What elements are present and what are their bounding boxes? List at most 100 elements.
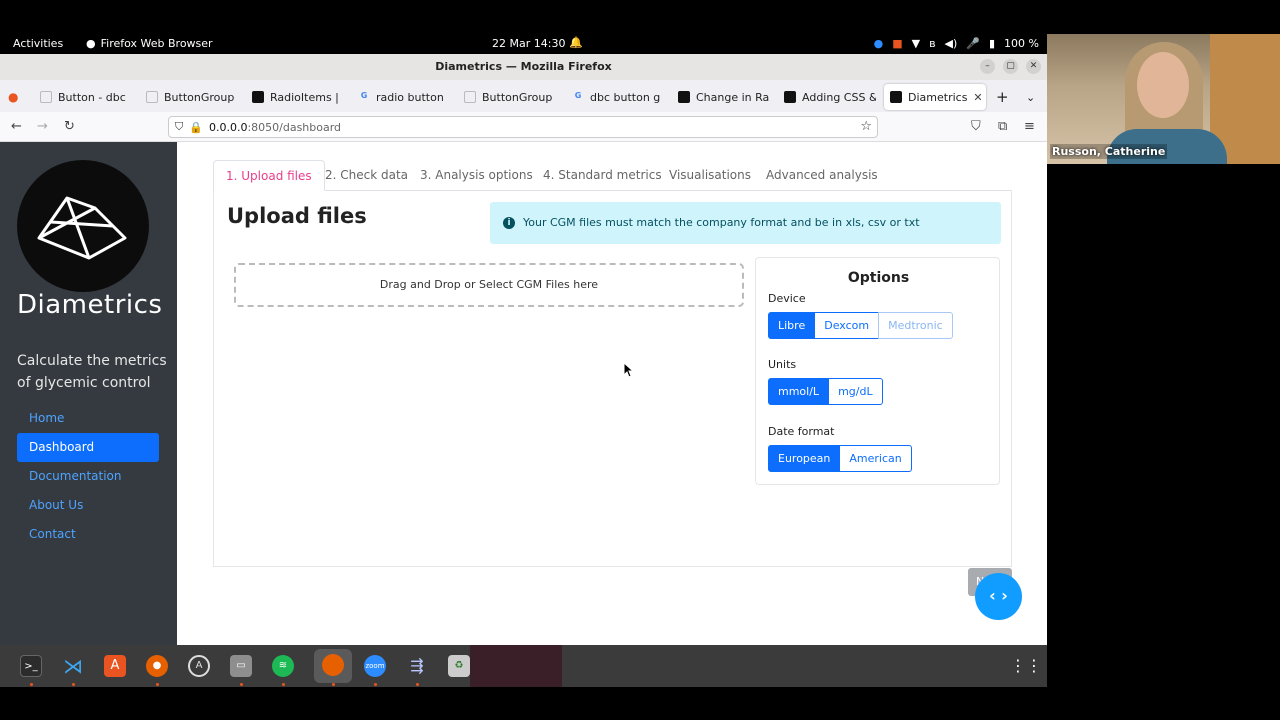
tab-check-data[interactable]: 2. Check data xyxy=(313,160,420,191)
zoom-tray-icon[interactable]: ● xyxy=(874,37,884,50)
activities-button[interactable]: Activities xyxy=(13,37,63,50)
pocket-icon[interactable]: ⛉ xyxy=(971,119,981,134)
tab-visualisations[interactable]: Visualisations xyxy=(657,160,763,191)
dash-icon xyxy=(252,91,264,103)
upload-card: Upload files i Your CGM files must match… xyxy=(213,190,1012,567)
spotify-icon[interactable]: ≋ xyxy=(272,655,294,677)
sidebar: Diametrics Calculate the metrics of glyc… xyxy=(0,142,177,645)
back-icon[interactable]: ← xyxy=(11,119,22,134)
web-page: Diametrics Calculate the metrics of glyc… xyxy=(0,142,1047,645)
trash-icon[interactable]: ♻ xyxy=(448,655,470,677)
units-button-group: mmol/L mg/dL xyxy=(768,378,883,405)
tab-standard-metrics[interactable]: 4. Standard metrics xyxy=(531,160,674,191)
date-format-label: Date format xyxy=(768,425,835,438)
page-icon xyxy=(464,91,476,103)
firefox-window-icon[interactable] xyxy=(314,649,352,683)
nav-link-contact[interactable]: Contact xyxy=(17,520,159,549)
software-center-icon[interactable]: A xyxy=(104,655,126,677)
nav-link-dashboard[interactable]: Dashboard xyxy=(17,433,159,462)
alert-text: Your CGM files must match the company fo… xyxy=(523,216,920,229)
firefox-icon: ● xyxy=(86,37,96,50)
units-label: Units xyxy=(768,358,797,371)
terminal-icon[interactable]: >_ xyxy=(20,655,42,677)
clock[interactable]: 22 Mar 14:30 xyxy=(492,37,565,50)
new-tab-icon[interactable]: + xyxy=(996,84,1009,110)
file-upload-dropzone[interactable]: Drag and Drop or Select CGM Files here xyxy=(234,263,744,307)
files-icon[interactable]: ▭ xyxy=(230,655,252,677)
battery-level: 100 % xyxy=(1004,37,1039,50)
remote-desktop-icon[interactable]: ⇶ xyxy=(406,655,428,677)
running-indicator xyxy=(332,683,335,686)
brand-name: Diametrics xyxy=(17,290,163,320)
google-icon: G xyxy=(360,91,368,100)
show-apps-icon[interactable]: ⋮⋮ xyxy=(1010,655,1042,677)
browser-tab-active[interactable]: Diametrics ✕ xyxy=(884,84,986,110)
tab-upload-files[interactable]: 1. Upload files xyxy=(213,160,325,191)
participant-name: Russon, Catherine xyxy=(1050,144,1168,159)
browser-tab[interactable]: Change in Ra ✕ xyxy=(678,84,770,110)
tab-close-icon[interactable]: ✕ xyxy=(973,91,982,104)
google-icon: G xyxy=(574,91,582,100)
browser-tab[interactable]: Button - dbc ✕ xyxy=(40,84,132,110)
microphone-icon: 🎤 xyxy=(966,37,980,50)
units-mgdl-button[interactable]: mg/dL xyxy=(828,378,883,405)
info-alert: i Your CGM files must match the company … xyxy=(490,202,1001,244)
dash-icon xyxy=(784,91,796,103)
notification-bell-icon[interactable]: 🔔 xyxy=(569,36,583,49)
dash-icon xyxy=(678,91,690,103)
system-tray[interactable]: ● ■ ▼ ʙ ◀) 🎤 ▮ 100 % xyxy=(874,37,1039,50)
nav-link-about-us[interactable]: About Us xyxy=(17,491,159,520)
reload-icon[interactable]: ↻ xyxy=(64,119,75,134)
extensions-icon[interactable]: ⧉ xyxy=(998,119,1007,134)
address-bar[interactable]: ⛉ 🔒 0.0.0.0:8050/dashboard ☆ xyxy=(168,116,878,138)
volume-icon: ◀) xyxy=(944,37,958,50)
forward-icon[interactable]: → xyxy=(37,119,48,134)
nav-link-home[interactable]: Home xyxy=(17,404,159,433)
units-mmol-button[interactable]: mmol/L xyxy=(768,378,830,405)
firefox-icon[interactable]: ● xyxy=(146,655,168,677)
browser-tab-strip: ● Button - dbc ✕ ButtonGroup ✕ RadioItem… xyxy=(0,80,1047,112)
minimize-icon[interactable]: – xyxy=(980,59,995,74)
tab-advanced-analysis[interactable]: Advanced analysis xyxy=(754,160,890,191)
app-name: Firefox Web Browser xyxy=(100,37,213,50)
date-european-button[interactable]: European xyxy=(768,445,841,472)
browser-tab[interactable]: RadioItems | ✕ xyxy=(252,84,344,110)
maximize-icon[interactable]: ▢ xyxy=(1003,59,1018,74)
page-title: Upload files xyxy=(227,204,367,228)
url-path: :8050/dashboard xyxy=(247,120,342,134)
app-menu[interactable]: ● Firefox Web Browser xyxy=(86,37,213,50)
screen-share-icon[interactable]: ■ xyxy=(892,37,902,50)
browser-tab[interactable]: Adding CSS & ✕ xyxy=(784,84,876,110)
device-dexcom-button[interactable]: Dexcom xyxy=(814,312,880,339)
zoom-icon[interactable]: zoom xyxy=(364,655,386,677)
date-american-button[interactable]: American xyxy=(839,445,912,472)
url-host: 0.0.0.0 xyxy=(208,120,248,134)
system-top-bar: Activities ● Firefox Web Browser 22 Mar … xyxy=(0,34,1047,54)
info-icon: i xyxy=(503,217,515,229)
mouse-cursor-icon xyxy=(624,363,634,377)
running-indicator xyxy=(282,683,285,686)
navigation-toolbar: ← → ↻ ⛉ 🔒 0.0.0.0:8050/dashboard ☆ ⛉ ⧉ ≡ xyxy=(0,112,1047,142)
menu-icon[interactable]: ≡ xyxy=(1024,119,1035,134)
dash-icon xyxy=(890,91,902,103)
bookmark-star-icon[interactable]: ☆ xyxy=(860,119,872,134)
tab-analysis-options[interactable]: 3. Analysis options xyxy=(408,160,545,191)
app-store-icon[interactable]: A xyxy=(188,655,210,677)
diametrics-logo xyxy=(17,160,149,292)
firefox-view-icon[interactable]: ● xyxy=(8,84,18,110)
browser-tab[interactable]: G dbc button g ✕ xyxy=(572,84,664,110)
browser-tab[interactable]: ButtonGroup ✕ xyxy=(146,84,238,110)
device-medtronic-button[interactable]: Medtronic xyxy=(878,312,953,339)
dash-dev-tools-button[interactable]: ‹ › xyxy=(975,573,1022,620)
vscode-icon[interactable]: ⋊ xyxy=(62,655,84,677)
close-icon[interactable]: ✕ xyxy=(1026,59,1041,74)
browser-tab[interactable]: ButtonGroup ✕ xyxy=(464,84,556,110)
shield-icon[interactable]: ⛉ xyxy=(175,120,183,134)
page-info-icon[interactable]: 🔒 xyxy=(189,121,203,134)
list-tabs-icon[interactable]: ⌄ xyxy=(1026,84,1035,110)
date-format-button-group: European American xyxy=(768,445,912,472)
bluetooth-icon: ʙ xyxy=(929,37,936,50)
browser-tab[interactable]: G radio button ✕ xyxy=(358,84,450,110)
nav-link-documentation[interactable]: Documentation xyxy=(17,462,159,491)
device-libre-button[interactable]: Libre xyxy=(768,312,816,339)
